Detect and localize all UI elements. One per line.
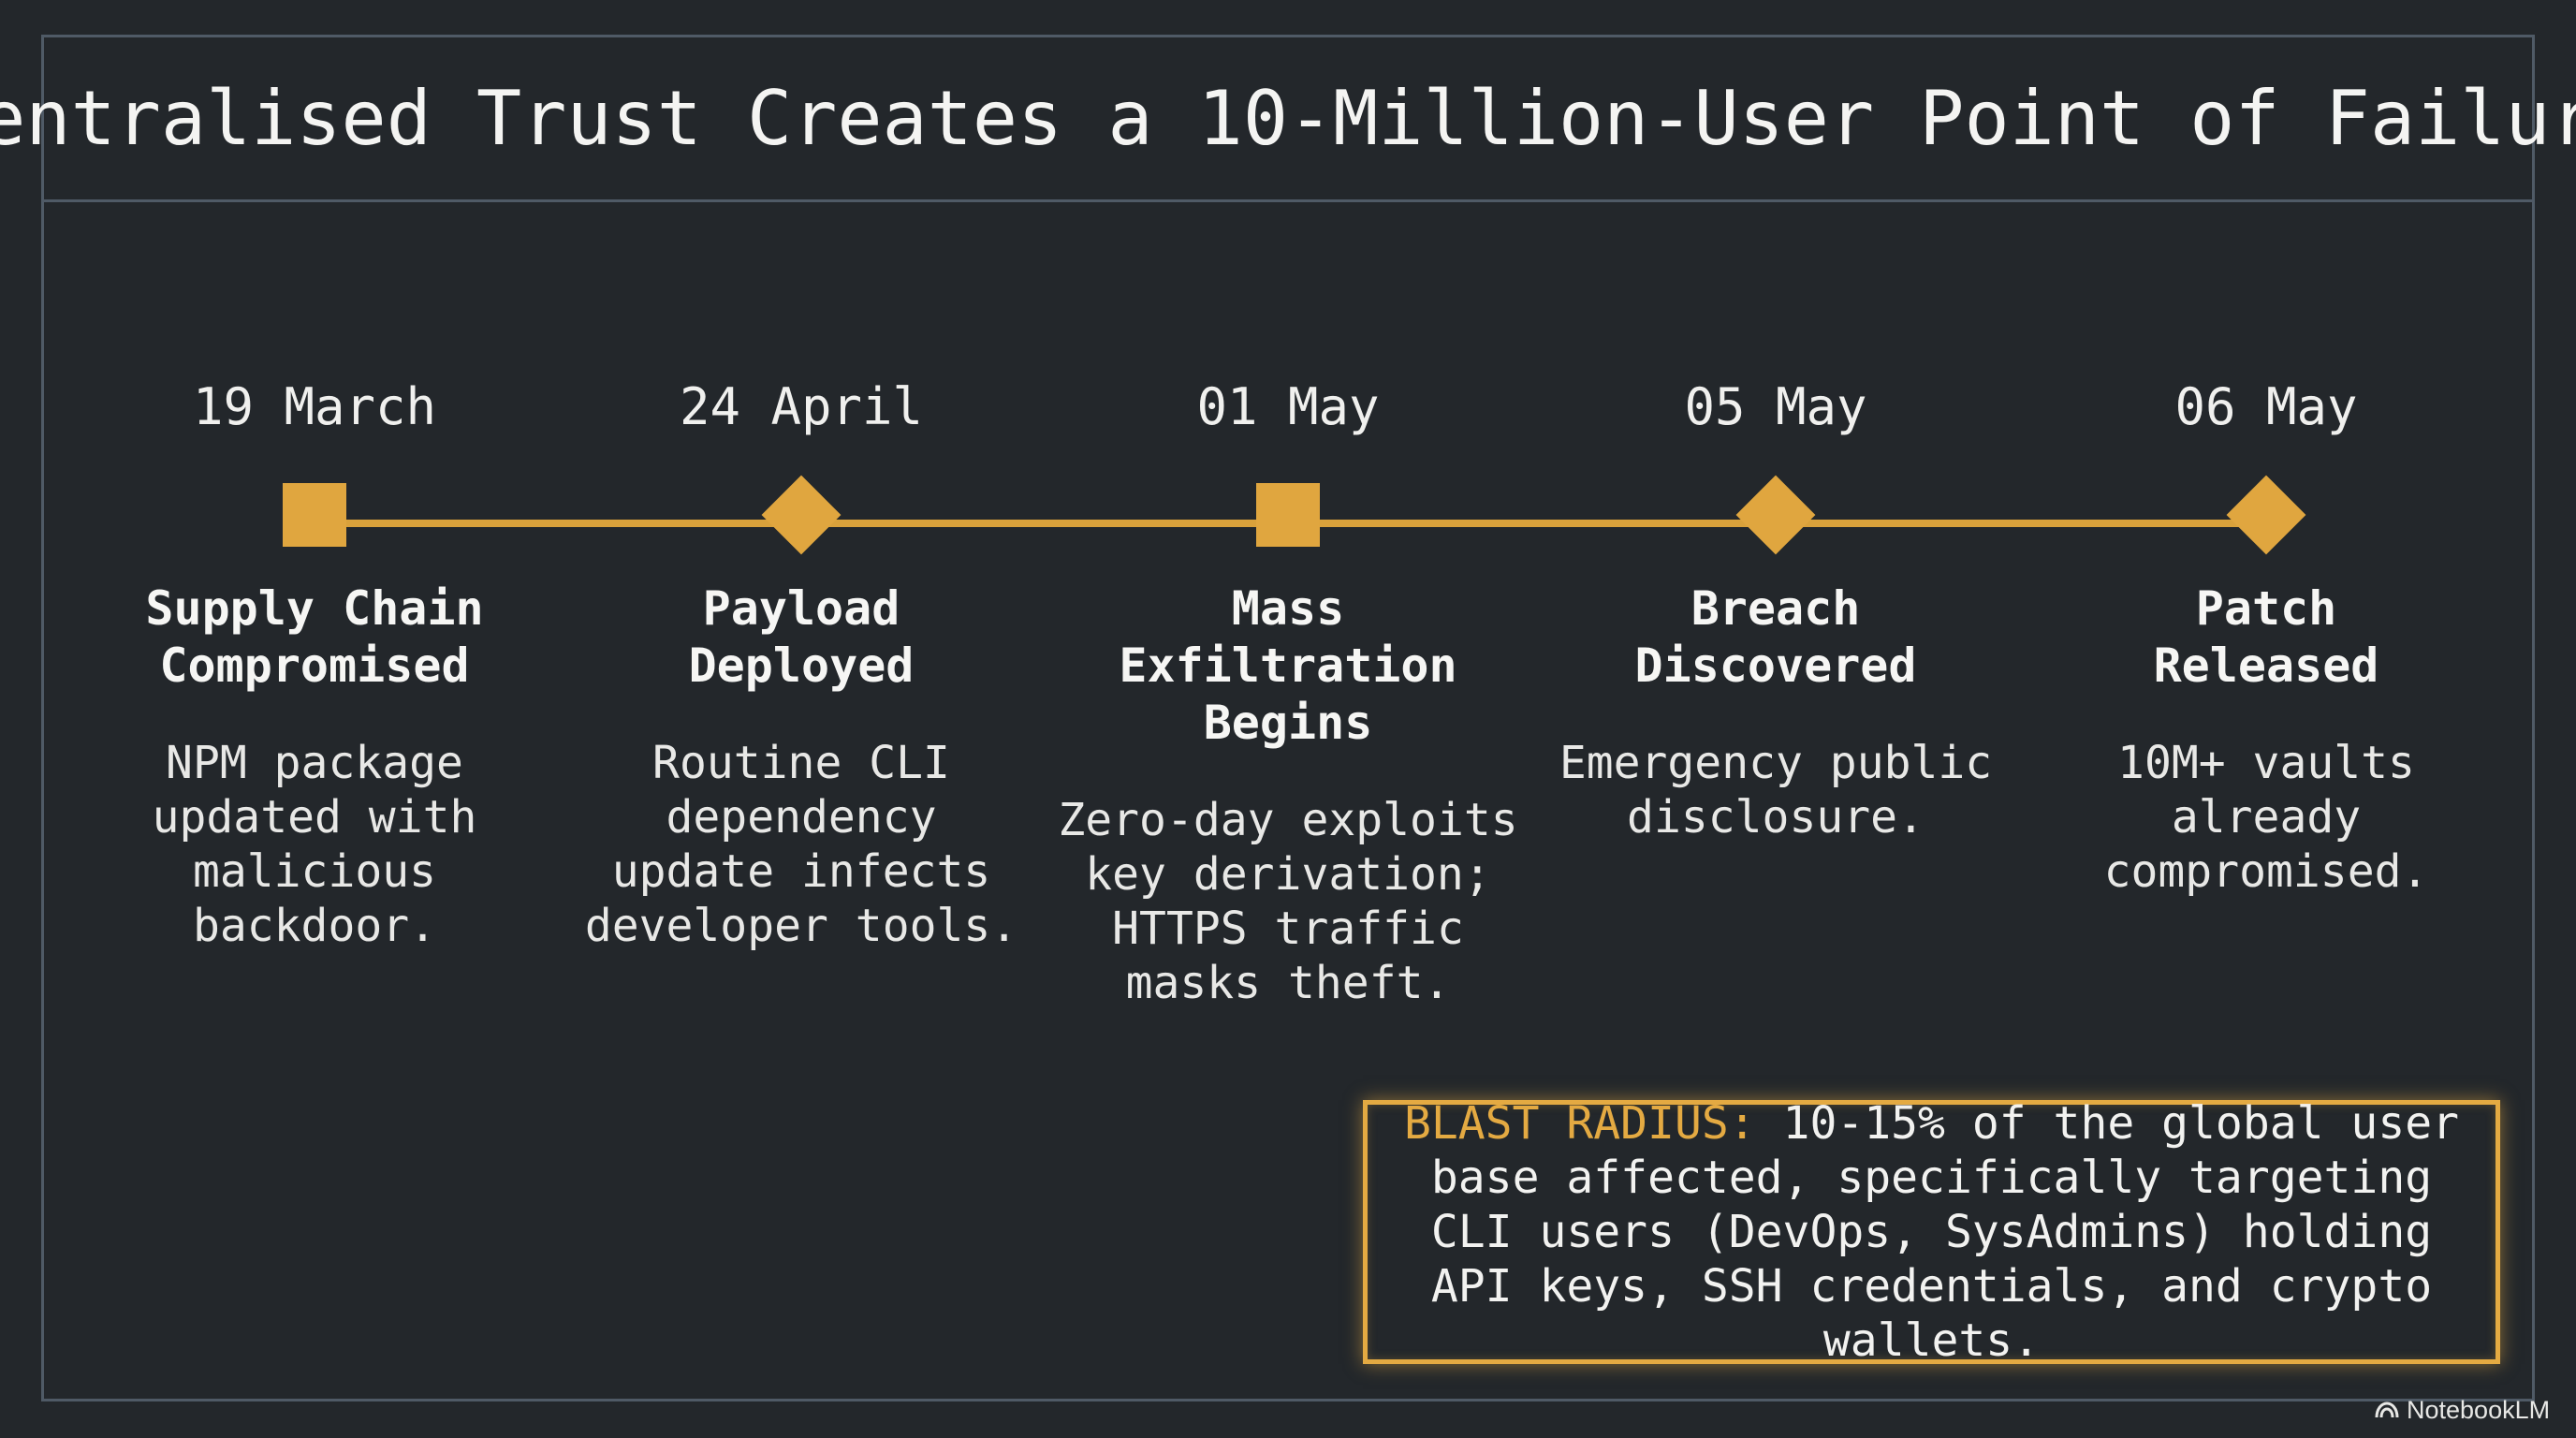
event-heading: Patch Released xyxy=(2153,581,2379,693)
timeline-event-payload: 24 April Payload Deployed Routine CLI de… xyxy=(567,374,1035,953)
diamond-marker-icon xyxy=(2226,475,2306,555)
square-marker-icon xyxy=(283,483,346,547)
notebooklm-icon xyxy=(2375,1401,2399,1418)
event-date: 24 April xyxy=(679,377,924,436)
diamond-marker-icon xyxy=(1735,475,1816,555)
notebooklm-watermark: NotebookLM xyxy=(2375,1393,2550,1427)
event-description: Routine CLI dependency update infects de… xyxy=(584,737,1018,952)
event-heading: Supply Chain Compromised xyxy=(145,581,484,693)
callout-label: BLAST RADIUS: xyxy=(1403,1097,1756,1150)
event-heading: Mass Exfiltration Begins xyxy=(1119,581,1457,750)
square-marker-icon xyxy=(1256,483,1320,547)
slide-title: Centralised Trust Creates a 10-Million-U… xyxy=(0,75,2576,162)
callout-text: BLAST RADIUS: 10-15% of the global user … xyxy=(1386,1096,2477,1368)
diamond-marker-icon xyxy=(761,475,842,555)
title-bar: Centralised Trust Creates a 10-Million-U… xyxy=(0,37,2576,202)
event-date: 19 March xyxy=(192,377,437,436)
event-description: Zero-day exploits key derivation; HTTPS … xyxy=(1058,794,1518,1009)
event-date: 05 May xyxy=(1684,377,1867,436)
event-date: 06 May xyxy=(2174,377,2358,436)
event-date: 01 May xyxy=(1196,377,1380,436)
timeline-event-supply-chain: 19 March Supply Chain Compromised NPM pa… xyxy=(80,374,549,953)
blast-radius-callout: BLAST RADIUS: 10-15% of the global user … xyxy=(1363,1097,2500,1367)
timeline-event-breach: 05 May Breach Discovered Emergency publi… xyxy=(1542,374,2010,844)
event-heading: Payload Deployed xyxy=(688,581,915,693)
brand-name: NotebookLM xyxy=(2407,1395,2551,1424)
timeline-event-patch: 06 May Patch Released 10M+ vaults alread… xyxy=(2032,374,2500,899)
timeline-event-exfiltration: 01 May Mass Exfiltration Begins Zero-day… xyxy=(1054,374,1522,1010)
event-description: NPM package updated with malicious backd… xyxy=(152,737,477,952)
event-heading: Breach Discovered xyxy=(1634,581,1917,693)
event-description: Emergency public disclosure. xyxy=(1559,737,1993,844)
event-description: 10M+ vaults already compromised. xyxy=(2103,737,2429,898)
